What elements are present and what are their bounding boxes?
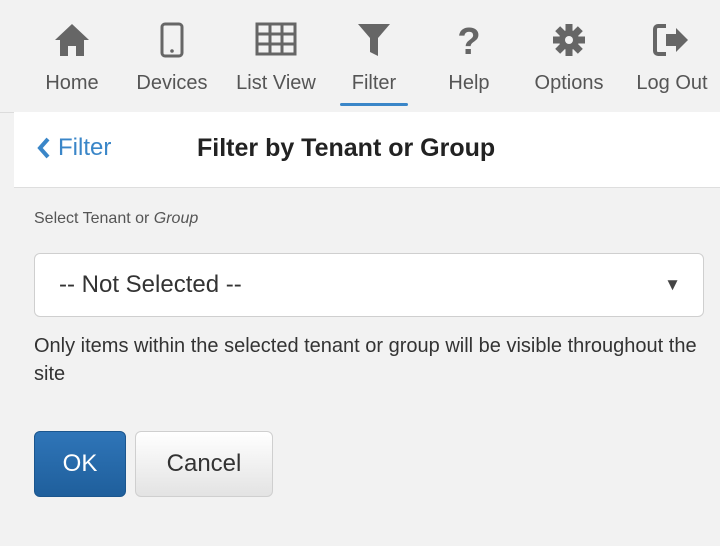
- cancel-button[interactable]: Cancel: [135, 431, 273, 497]
- page-title: Filter by Tenant or Group: [197, 134, 496, 162]
- back-link-label: Filter: [58, 134, 112, 161]
- nav-logout-label: Log Out: [636, 72, 708, 94]
- nav-devices-label: Devices: [136, 72, 208, 94]
- app-window: Home Devices List View Filter ? Help Opt…: [0, 0, 720, 546]
- tenant-group-select[interactable]: -- Not Selected -- ▼: [34, 253, 704, 317]
- logout-icon: [653, 24, 688, 56]
- list-grid-icon: [255, 22, 297, 56]
- filter-icon: [358, 24, 390, 56]
- ok-button[interactable]: OK: [34, 431, 126, 497]
- active-tab-indicator: [340, 103, 408, 106]
- mobile-device-icon: [160, 22, 184, 58]
- top-nav: Home Devices List View Filter ? Help Opt…: [0, 0, 720, 113]
- back-link[interactable]: Filter: [36, 134, 111, 162]
- home-icon: [55, 24, 89, 56]
- label-italic: Group: [153, 210, 199, 227]
- nav-help-label: Help: [448, 72, 490, 94]
- nav-options-label: Options: [534, 72, 604, 94]
- nav-filter[interactable]: Filter: [340, 18, 408, 108]
- gear-icon: [553, 24, 585, 56]
- tenant-group-label: Select Tenant or Group: [34, 210, 710, 228]
- nav-filter-label: Filter: [351, 72, 397, 94]
- nav-logout[interactable]: Log Out: [628, 18, 716, 108]
- filter-form: Select Tenant or Group -- Not Selected -…: [34, 210, 710, 497]
- nav-home[interactable]: Home: [36, 18, 108, 108]
- nav-options[interactable]: Options: [526, 18, 612, 108]
- label-prefix: Select Tenant or: [34, 210, 154, 227]
- nav-help[interactable]: ? Help: [440, 18, 498, 108]
- nav-list-view[interactable]: List View: [228, 18, 324, 108]
- dropdown-arrow-icon: ▼: [664, 275, 681, 294]
- nav-devices[interactable]: Devices: [130, 18, 214, 108]
- nav-home-label: Home: [45, 72, 99, 94]
- question-icon: ?: [457, 21, 480, 62]
- nav-list-view-label: List View: [236, 72, 316, 94]
- help-text: Only items within the selected tenant or…: [34, 335, 697, 385]
- select-value: -- Not Selected --: [59, 271, 242, 298]
- svg-text:?: ?: [457, 21, 480, 62]
- chevron-left-icon: [37, 137, 50, 159]
- page-header: Filter Filter by Tenant or Group: [14, 112, 720, 188]
